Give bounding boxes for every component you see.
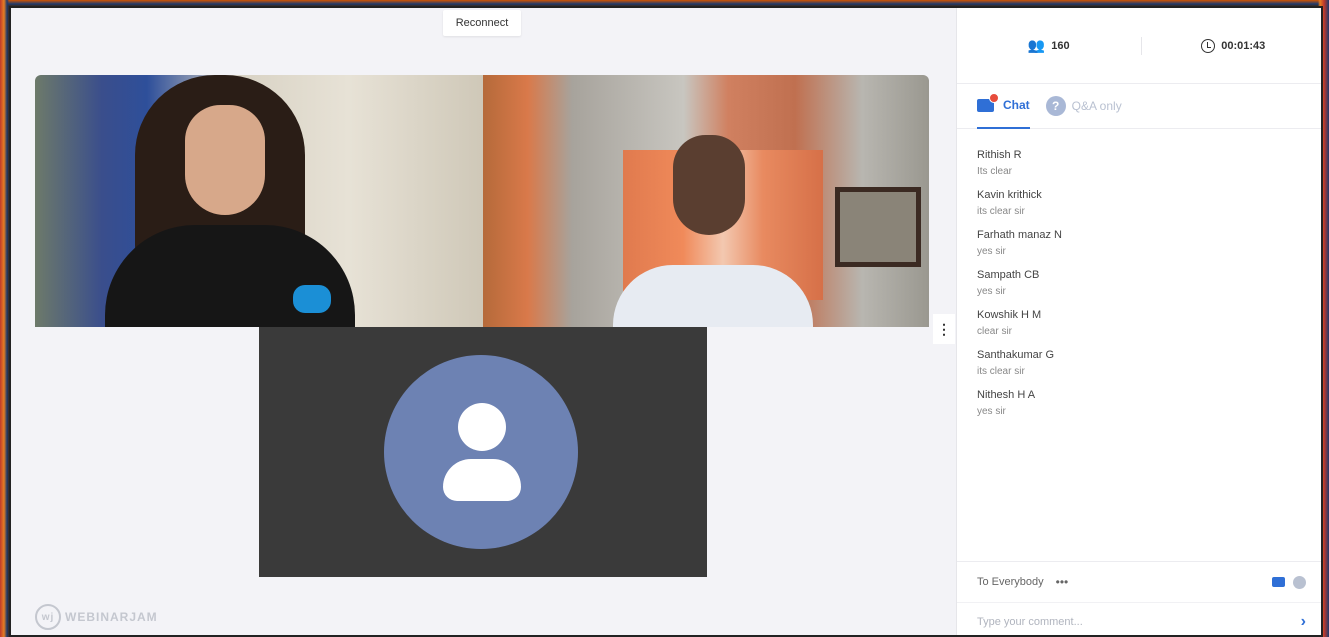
settings-icon[interactable] <box>1293 575 1306 589</box>
panel-header: 👥 160 00:01:43 <box>957 8 1322 84</box>
message-author: Nithesh H A <box>977 389 1036 401</box>
message-text: clear sir <box>977 326 1013 337</box>
tab-qa-only[interactable]: ? Q&A only <box>1045 84 1122 129</box>
list-item: Santhakumar G its clear sir <box>977 349 1305 377</box>
video-person-body <box>613 265 813 327</box>
list-item: Nithesh H A yes sir <box>977 389 1305 417</box>
comment-row: › <box>957 602 1321 635</box>
video-tile-no-camera <box>259 327 707 577</box>
message-author: Santhakumar G <box>977 349 1055 361</box>
message-text: its clear sir <box>977 366 1025 377</box>
recipient-selector[interactable]: To Everybody <box>977 576 1044 588</box>
message-text: yes sir <box>977 246 1006 257</box>
side-panel: 👥 160 00:01:43 Chat ? Q&A only Rithish R… <box>956 8 1322 635</box>
user-icon-body <box>443 459 521 501</box>
elapsed-time-value: 00:01:43 <box>1221 39 1266 52</box>
chat-icon <box>977 93 999 113</box>
video-person-head <box>673 135 745 235</box>
list-item: Kowshik H M clear sir <box>977 309 1305 337</box>
video-tile-presenter-1 <box>35 75 483 327</box>
avatar <box>384 355 578 549</box>
message-author: Rithish R <box>977 149 1022 161</box>
video-stage: Reconnect ⋮ wj WEBINARJAM <box>11 8 956 635</box>
recipient-row: To Everybody ••• <box>957 562 1321 602</box>
send-arrow-icon[interactable]: › <box>1301 613 1306 631</box>
tab-chat-label: Chat <box>1003 98 1030 112</box>
message-author: Sampath CB <box>977 269 1040 281</box>
webinarjam-logo-icon: wj <box>35 604 61 630</box>
brand-name: WEBINARJAM <box>65 610 158 624</box>
tab-qa-label: Q&A only <box>1071 99 1122 113</box>
message-author: Farhath manaz N <box>977 229 1062 241</box>
webinar-window: Reconnect ⋮ wj WEBINARJAM 👥 160 00:01:43… <box>9 6 1323 637</box>
shirt-logo-icon <box>293 285 331 313</box>
video-tile-presenter-2 <box>483 75 929 327</box>
question-icon: ? <box>1045 96 1066 116</box>
message-author: Kavin krithick <box>977 189 1042 201</box>
attendee-count-value: 160 <box>1051 39 1070 52</box>
chat-bubble-icon[interactable] <box>1272 577 1285 587</box>
more-vertical-icon[interactable]: ⋮ <box>933 314 955 344</box>
chat-messages: Rithish R Its clear Kavin krithick its c… <box>957 129 1321 417</box>
video-background-picture-frame <box>835 187 921 267</box>
comment-input[interactable] <box>977 615 1301 628</box>
reconnect-button[interactable]: Reconnect <box>443 10 521 36</box>
clock-icon <box>1201 38 1216 53</box>
chat-compose: To Everybody ••• › <box>957 561 1321 635</box>
message-author: Kowshik H M <box>977 309 1042 321</box>
message-text: its clear sir <box>977 206 1025 217</box>
elapsed-timer: 00:01:43 <box>1142 38 1322 53</box>
list-item: Kavin krithick its clear sir <box>977 189 1305 217</box>
more-horizontal-icon[interactable]: ••• <box>1056 575 1069 589</box>
user-icon-head <box>458 403 506 451</box>
message-text: yes sir <box>977 286 1006 297</box>
message-text: yes sir <box>977 406 1006 417</box>
list-item: Rithish R Its clear <box>977 149 1305 177</box>
panel-tabs: Chat ? Q&A only <box>957 84 1321 129</box>
compose-icons <box>1272 575 1306 589</box>
list-item: Sampath CB yes sir <box>977 269 1305 297</box>
video-person-face <box>185 105 265 215</box>
tab-chat[interactable]: Chat <box>977 84 1030 129</box>
message-text: Its clear <box>977 166 1013 177</box>
users-icon: 👥 <box>1027 37 1046 53</box>
brand-logo: wj WEBINARJAM <box>35 604 158 630</box>
attendee-count: 👥 160 <box>957 37 1141 54</box>
list-item: Farhath manaz N yes sir <box>977 229 1305 257</box>
notification-dot <box>989 93 999 103</box>
